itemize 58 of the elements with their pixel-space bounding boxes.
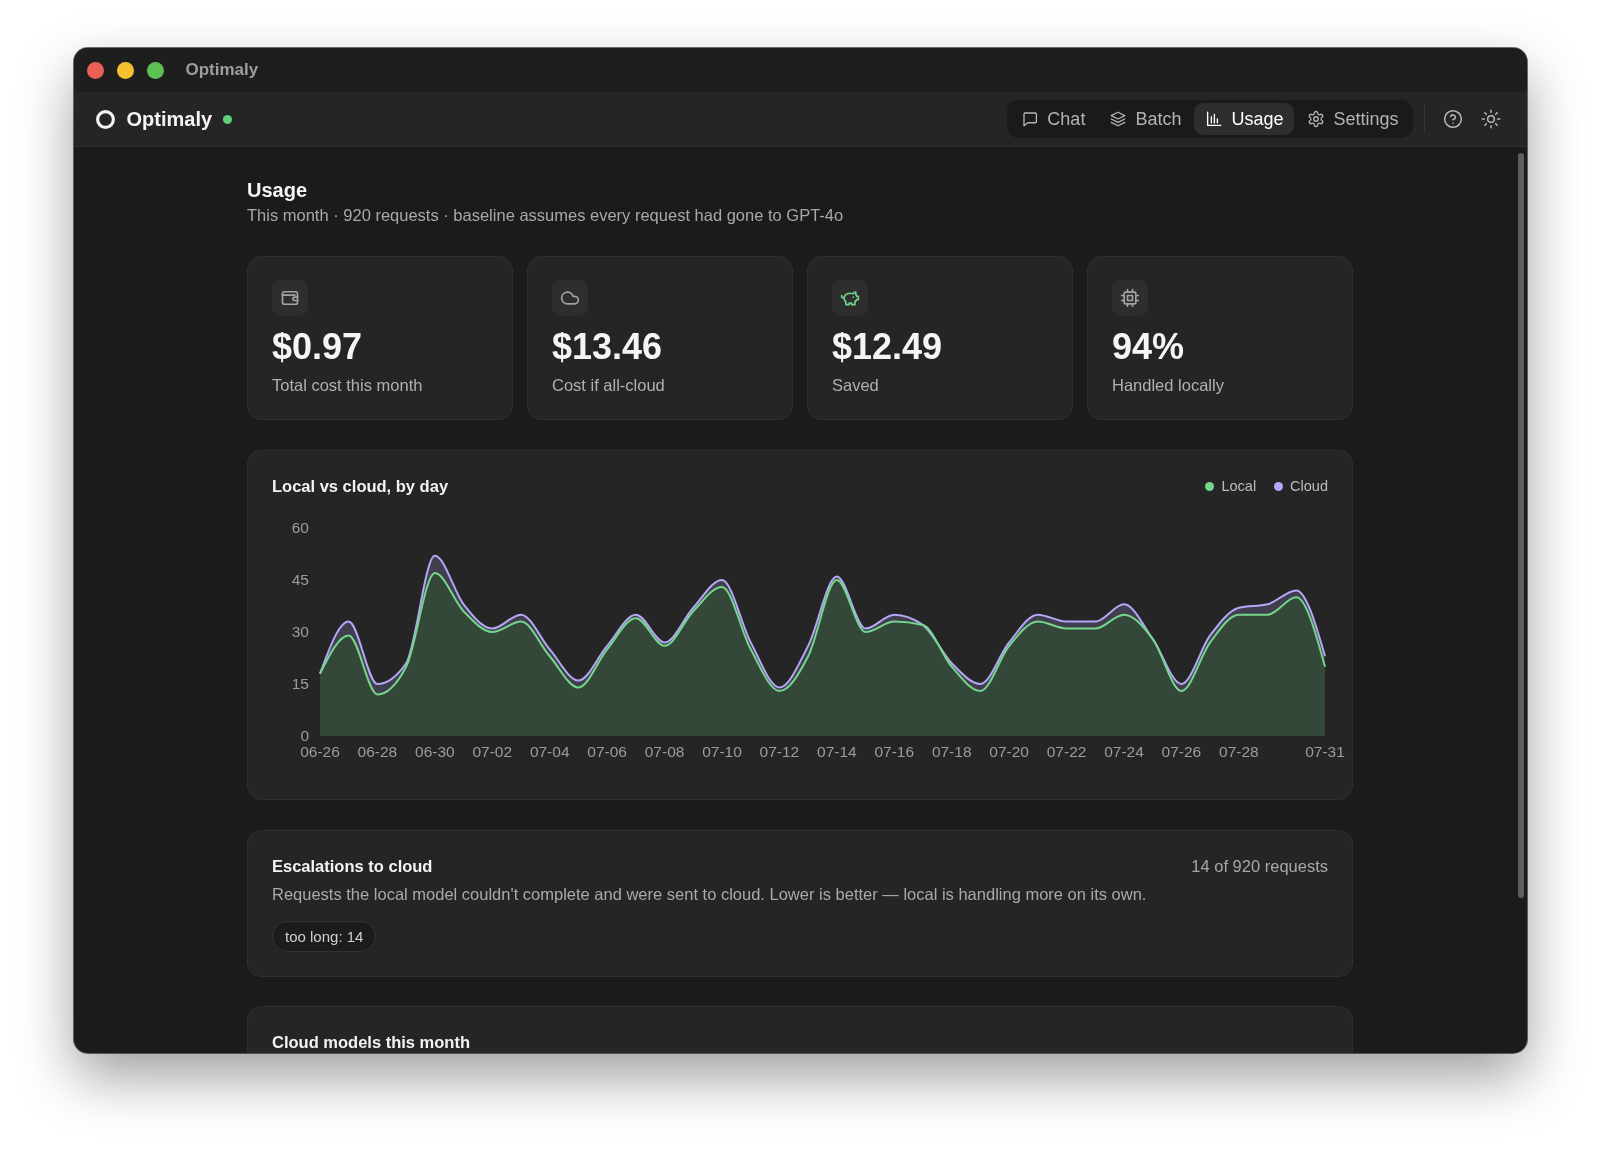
section-title: Cloud models this month (272, 1034, 471, 1051)
y-axis-label: 30 (291, 623, 309, 640)
x-axis-label: 07-20 (989, 743, 1029, 760)
x-axis-label: 07-04 (529, 743, 570, 760)
stat-value: $12.49 (832, 326, 944, 368)
reason-tag: too long: 14 (272, 921, 377, 952)
bar-chart-icon (1205, 110, 1224, 128)
x-axis-label: 07-24 (1104, 743, 1144, 760)
gear-icon (1307, 110, 1326, 128)
window-maximize-icon[interactable] (146, 61, 164, 79)
window-title: Optimaly (185, 60, 259, 80)
stat-label: Saved (832, 375, 880, 396)
x-axis-label: 06-26 (300, 743, 340, 760)
y-axis-label: 0 (300, 727, 309, 744)
window-minimize-icon[interactable] (116, 61, 134, 79)
x-axis-label: 07-18 (931, 743, 972, 760)
x-axis-label: 07-22 (1046, 743, 1087, 760)
x-axis-label: 06-28 (357, 743, 398, 760)
nav-tab[interactable]: Chat (1010, 103, 1097, 135)
y-axis-label: 60 (291, 519, 309, 536)
section-description: Requests the local model couldn't complete and were sent to cloud. Lower is better — local is handling more on its own. (272, 884, 1148, 905)
stat-label: Total cost this month (272, 375, 424, 396)
request-count: 14 of 920 requests (1191, 856, 1328, 876)
page-subtitle: This month · 920 requests · baseline assumes every request had gone to GPT-4o (247, 205, 845, 226)
legend-label: Cloud (1290, 478, 1328, 494)
nav-tab[interactable]: Usage (1194, 103, 1295, 135)
x-axis-label: 07-10 (702, 743, 742, 760)
x-axis-label: 07-06 (587, 743, 627, 760)
nav-tab[interactable]: Batch (1098, 103, 1193, 135)
sun-icon[interactable] (1480, 109, 1501, 129)
stat-value: 94% (1112, 326, 1186, 368)
x-axis-label: 07-31 (1305, 743, 1345, 760)
y-axis-label: 15 (291, 675, 309, 692)
chart-title: Local vs cloud, by day (272, 476, 449, 497)
x-axis-label: 07-28 (1219, 743, 1259, 760)
stat-value: $0.97 (272, 326, 364, 368)
layers-icon (1109, 110, 1128, 128)
x-axis-label: 07-14 (817, 743, 857, 760)
stat-label: Handled locally (1112, 375, 1225, 396)
x-axis-label: 07-02 (472, 743, 513, 760)
window-close-icon[interactable] (86, 61, 104, 79)
chat-bubble-icon (1021, 110, 1040, 128)
scrollbar-thumb[interactable] (1517, 153, 1524, 898)
x-axis-label: 06-30 (415, 743, 455, 760)
y-axis-label: 45 (291, 571, 309, 588)
logo-ring-icon (94, 108, 116, 130)
x-axis-label: 07-08 (644, 743, 685, 760)
x-axis-label: 07-12 (759, 743, 800, 760)
stat-value: $13.46 (552, 326, 664, 368)
page-title: Usage (247, 178, 309, 202)
app-name: Optimaly (126, 107, 213, 131)
nav-tab[interactable]: Settings (1296, 103, 1410, 135)
section-title: Escalations to cloud (272, 856, 433, 877)
x-axis-label: 07-16 (874, 743, 915, 760)
x-axis-label: 07-26 (1161, 743, 1202, 760)
legend-label: Local (1221, 478, 1257, 494)
help-icon[interactable] (1442, 109, 1463, 129)
stat-label: Cost if all-cloud (552, 375, 666, 396)
